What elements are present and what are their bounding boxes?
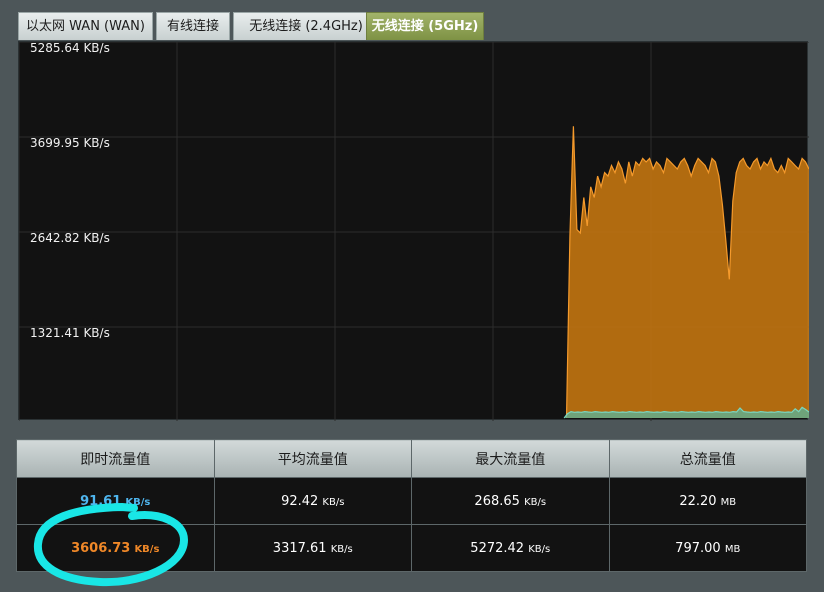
header-max-rate: 最大流量值 — [411, 439, 610, 478]
header-current-rate: 即时流量值 — [16, 439, 215, 478]
transmit-total-unit: MB — [724, 543, 741, 555]
tab-wireless-24ghz[interactable]: 无线连接 (2.4GHz) — [233, 12, 379, 40]
y-axis-labels: 5285.64 KB/s 3699.95 KB/s 2642.82 KB/s 1321… — [30, 42, 110, 340]
transmit-current-value: 3606.73 — [71, 540, 131, 556]
header-average-rate: 平均流量值 — [213, 439, 412, 478]
transmit-max-value: 5272.42 — [470, 540, 525, 556]
transmit-current: 3606.73 KB/s — [16, 524, 215, 572]
transmit-current-unit: KB/s — [134, 543, 160, 555]
receive-average-unit: KB/s — [322, 496, 345, 508]
traffic-chart-svg: 5285.64 KB/s 3699.95 KB/s 2642.82 KB/s 1321… — [19, 42, 809, 421]
traffic-stats-table: 即时流量值 平均流量值 最大流量值 总流量值 91.61 KB/s 92.42 … — [16, 439, 807, 572]
receive-total-unit: MB — [720, 496, 737, 508]
transmit-area — [566, 126, 809, 419]
y-axis-label: 3699.95 KB/s — [30, 136, 110, 150]
stats-row-transmit: 3606.73 KB/s 3317.61 KB/s 5272.42 KB/s 7… — [16, 524, 807, 572]
y-axis-label: 2642.82 KB/s — [30, 231, 110, 245]
receive-total-value: 22.20 — [679, 493, 717, 509]
receive-current-value: 91.61 — [80, 493, 122, 509]
transmit-average-unit: KB/s — [330, 543, 353, 555]
receive-max-unit: KB/s — [524, 496, 547, 508]
tab-ethernet-wan[interactable]: 以太网 WAN (WAN) — [18, 12, 153, 40]
receive-average-value: 92.42 — [281, 493, 319, 509]
receive-current: 91.61 KB/s — [16, 477, 215, 525]
tab-wired[interactable]: 有线连接 — [156, 12, 230, 40]
y-axis-label: 5285.64 KB/s — [30, 42, 110, 55]
receive-current-unit: KB/s — [125, 496, 151, 508]
tab-wireless-5ghz[interactable]: 无线连接 (5GHz) — [366, 12, 484, 40]
stats-row-receive: 91.61 KB/s 92.42 KB/s 268.65 KB/s 22.20 … — [16, 477, 807, 525]
stats-header-row: 即时流量值 平均流量值 最大流量值 总流量值 — [16, 439, 807, 478]
receive-max-value: 268.65 — [474, 493, 520, 509]
transmit-total-value: 797.00 — [675, 540, 721, 556]
transmit-average-value: 3317.61 — [272, 540, 327, 556]
chart-series — [563, 126, 809, 419]
receive-average: 92.42 KB/s — [213, 477, 412, 525]
receive-total: 22.20 MB — [608, 477, 807, 525]
transmit-average: 3317.61 KB/s — [213, 524, 412, 572]
traffic-chart: 5285.64 KB/s 3699.95 KB/s 2642.82 KB/s 1321… — [18, 41, 809, 421]
y-axis-label: 1321.41 KB/s — [30, 326, 110, 340]
receive-max: 268.65 KB/s — [411, 477, 610, 525]
transmit-total: 797.00 MB — [608, 524, 807, 572]
header-total-traffic: 总流量值 — [608, 439, 807, 478]
transmit-max: 5272.42 KB/s — [411, 524, 610, 572]
transmit-max-unit: KB/s — [528, 543, 551, 555]
